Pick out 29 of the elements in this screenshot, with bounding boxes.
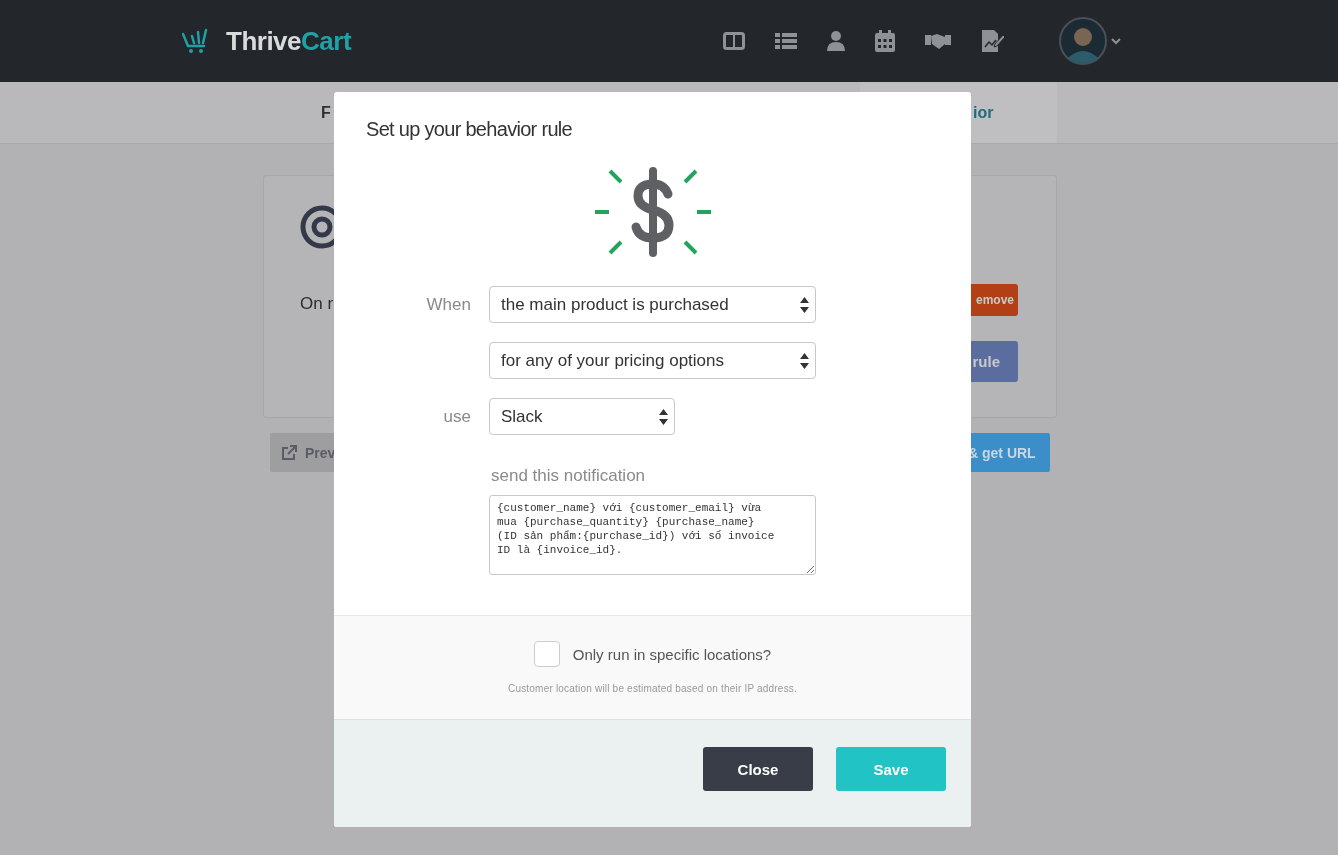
sort-arrows-icon: [659, 408, 668, 425]
checkbox-label: Only run in specific locations?: [572, 645, 772, 663]
brand-name: ThriveCart: [226, 25, 352, 57]
avatar-icon[interactable]: [1059, 17, 1108, 65]
rule-description: On r: [300, 294, 334, 314]
checkbox[interactable]: [533, 641, 560, 667]
calendar-icon[interactable]: [875, 30, 896, 52]
select-field[interactable]: the main product is purchased: [489, 286, 816, 323]
sort-arrows-icon: [800, 352, 809, 369]
columns-icon[interactable]: [723, 31, 746, 51]
close-button[interactable]: Close: [703, 747, 813, 791]
sort-arrows-icon: [800, 296, 809, 313]
message-field[interactable]: {customer_name} với {customer_email} vừa mua {purchase_quantity} {purchase_name} (ID sản phẩm:{purchase_id}) với số invoice ID là {invoice_id}.: [489, 495, 816, 575]
document-edit-icon[interactable]: [981, 30, 1006, 52]
user-icon[interactable]: [827, 31, 846, 51]
tab[interactable]: F: [263, 82, 331, 143]
field-label: When: [425, 294, 471, 315]
caret-icon[interactable]: [1111, 37, 1122, 45]
dialog-title: Set up your behavior rule: [366, 118, 573, 141]
dollar-burst-icon: [594, 167, 712, 257]
location-hint: Customer location will be estimated based on their IP address.: [508, 683, 797, 694]
select-field[interactable]: for any of your pricing options: [489, 342, 816, 379]
select-field[interactable]: Slack: [489, 398, 675, 435]
list-icon[interactable]: [775, 31, 798, 51]
handshake-icon[interactable]: [925, 32, 952, 50]
external-link-icon: [281, 444, 297, 461]
target-icon: [300, 204, 336, 250]
field-label: use: [442, 406, 471, 427]
notification-label: send this notification: [490, 466, 647, 486]
